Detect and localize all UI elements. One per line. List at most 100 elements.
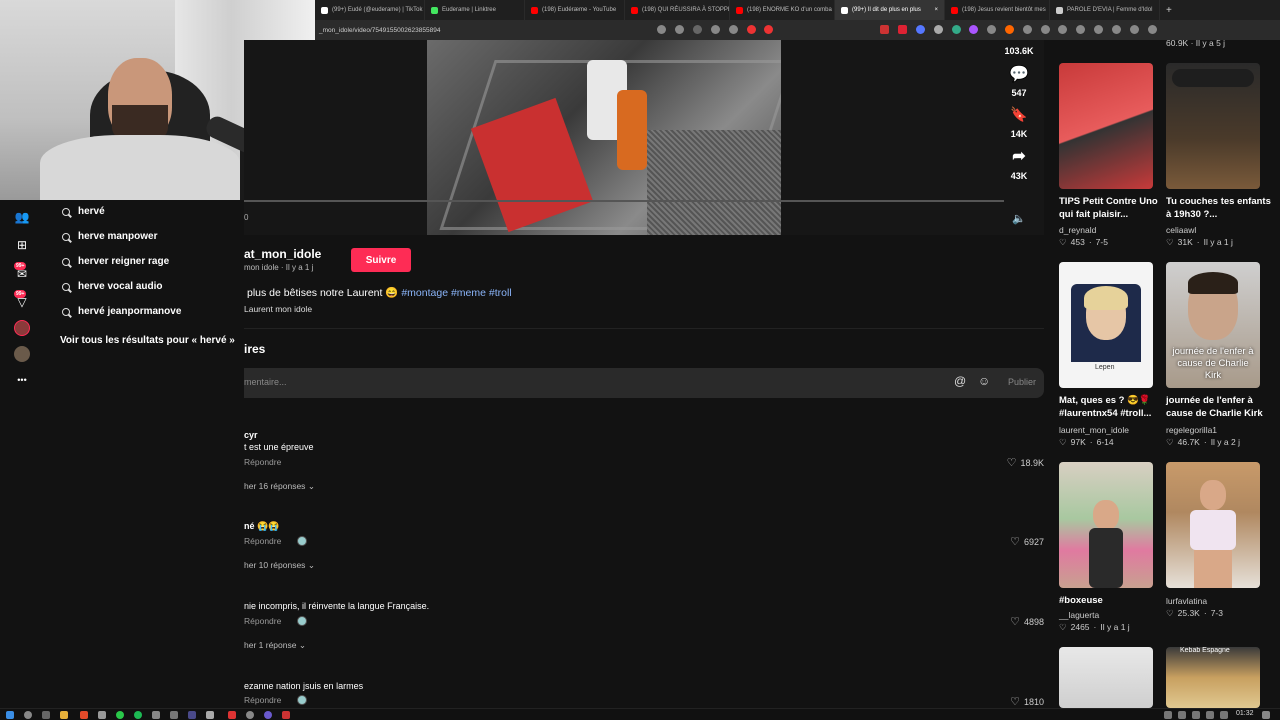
video-thumbnail[interactable]: [1059, 462, 1153, 588]
extension-icon[interactable]: [1040, 24, 1050, 34]
folder-icon[interactable]: [60, 711, 68, 719]
spotify-icon[interactable]: [134, 711, 142, 719]
extension-icon[interactable]: [657, 24, 667, 34]
browser-tab[interactable]: PAROLE D'EVIA | Femme d'Idol: [1050, 0, 1160, 20]
tray-icon[interactable]: [1164, 711, 1172, 719]
share-icon[interactable]: ➦: [1003, 146, 1035, 166]
browser-tab[interactable]: (198) QUI RÉUSSIRA À STOPPER: [625, 0, 730, 20]
view-replies-link[interactable]: her 16 réponses ⌄: [244, 481, 315, 492]
browser-tab[interactable]: Euderame | Linktree: [425, 0, 525, 20]
comment-likes[interactable]: ♡ 6927: [1010, 535, 1044, 548]
comment-user[interactable]: cyr: [244, 430, 258, 440]
app-icon[interactable]: [170, 711, 178, 719]
extension-icon[interactable]: [1005, 24, 1015, 34]
more-icon[interactable]: •••: [14, 372, 30, 388]
taskview-icon[interactable]: [42, 711, 50, 719]
reply-button[interactable]: Répondre: [244, 457, 281, 467]
see-all-results-link[interactable]: Voir tous les résultats pour « hervé »: [60, 335, 235, 346]
card-title[interactable]: journée de l'enfer à cause de Charlie Ki…: [1166, 394, 1271, 420]
app-icon[interactable]: [228, 711, 236, 719]
extension-icon[interactable]: [933, 24, 943, 34]
browser-tab[interactable]: (198) Jesus revient bientôt mes: [945, 0, 1050, 20]
author-name[interactable]: at_mon_idole: [244, 247, 321, 261]
browser-tab[interactable]: (198) ENORME KO d'un comba: [730, 0, 835, 20]
app-icon[interactable]: [282, 711, 290, 719]
video-thumbnail[interactable]: journée de l'enfer à cause de Charlie Ki…: [1166, 262, 1260, 388]
obs-icon[interactable]: [246, 711, 254, 719]
zoom-icon[interactable]: [710, 24, 720, 34]
app-icon[interactable]: [206, 711, 214, 719]
brave-icon[interactable]: [80, 711, 88, 719]
extension-icon[interactable]: [1022, 24, 1032, 34]
share-icon[interactable]: [728, 24, 738, 34]
address-bar[interactable]: _mon_idole/video/7549155002623855894: [315, 20, 1280, 40]
music-label[interactable]: Laurent mon idole: [244, 304, 312, 314]
whatsapp-icon[interactable]: [116, 711, 124, 719]
suggestion-item[interactable]: herve vocal audio: [62, 281, 162, 292]
volume-icon[interactable]: 🔈: [1012, 212, 1026, 225]
extension-icon[interactable]: [880, 24, 890, 34]
tab-close-icon[interactable]: ×: [934, 7, 938, 13]
comment-likes[interactable]: ♡ 1810: [1010, 695, 1044, 708]
card-user[interactable]: regelegorilla1: [1166, 425, 1217, 435]
publish-button[interactable]: Publier: [1008, 377, 1036, 387]
reply-button[interactable]: Répondre: [244, 616, 281, 626]
reply-button[interactable]: Répondre: [244, 536, 281, 546]
tray-icon[interactable]: [1192, 711, 1200, 719]
card-user[interactable]: celiaawl: [1166, 225, 1196, 235]
emoji-icon[interactable]: ☺: [978, 374, 990, 388]
card-user[interactable]: __laguerta: [1059, 610, 1099, 620]
comment-user[interactable]: né 😭😭: [244, 521, 279, 532]
progress-track[interactable]: [244, 200, 1004, 202]
view-replies-link[interactable]: her 1 réponse ⌄: [244, 640, 306, 651]
wifi-icon[interactable]: [1206, 711, 1214, 719]
suggestion-item[interactable]: hervé: [62, 206, 105, 217]
new-tab-button[interactable]: +: [1160, 5, 1178, 16]
reply-button[interactable]: Répondre: [244, 695, 281, 705]
card-user[interactable]: laurent_mon_idole: [1059, 425, 1129, 435]
video-thumbnail[interactable]: Kebab Espagne: [1166, 647, 1260, 708]
extension-icon[interactable]: [1058, 24, 1068, 34]
card-title[interactable]: Tu couches tes enfants à 19h30 ?...: [1166, 195, 1271, 221]
video-player[interactable]: [427, 40, 781, 235]
suggestion-item[interactable]: herver reigner rage: [62, 256, 169, 267]
extension-icon[interactable]: [675, 24, 685, 34]
extension-icon[interactable]: [1076, 24, 1086, 34]
extension-icon[interactable]: [1094, 24, 1104, 34]
video-thumbnail[interactable]: [1166, 462, 1260, 588]
following-icon[interactable]: 👥: [14, 209, 30, 225]
card-user[interactable]: lurfavlatina: [1166, 596, 1207, 606]
browser-tab[interactable]: (99+) Eudé (@euderame) | TikTok: [315, 0, 425, 20]
extension-icon[interactable]: [987, 24, 997, 34]
extension-icon[interactable]: [1147, 24, 1157, 34]
comment-input[interactable]: mentaire...: [244, 377, 287, 387]
url-text[interactable]: _mon_idole/video/7549155002623855894: [319, 27, 440, 34]
suggestion-item[interactable]: hervé jeanpormanove: [62, 306, 181, 317]
steam-icon[interactable]: [188, 711, 196, 719]
view-replies-link[interactable]: her 10 réponses ⌄: [244, 560, 315, 571]
card-title[interactable]: TIPS Petit Contre Uno qui fait plaisir..…: [1059, 195, 1164, 221]
brave-shield-icon[interactable]: [746, 24, 756, 34]
profile-avatar[interactable]: [14, 346, 30, 362]
extension-icon[interactable]: [1129, 24, 1139, 34]
extension-icon[interactable]: [951, 24, 961, 34]
extension-icon[interactable]: [693, 24, 703, 34]
tray-icon[interactable]: [1178, 711, 1186, 719]
extension-icon[interactable]: [969, 24, 979, 34]
comment-likes[interactable]: ♡ 18.9K: [1007, 456, 1044, 469]
search-icon[interactable]: [24, 711, 32, 719]
app-icon[interactable]: [98, 711, 106, 719]
alert-icon[interactable]: [764, 24, 774, 34]
extension-icon[interactable]: [898, 24, 908, 34]
volume-icon[interactable]: [1220, 711, 1228, 719]
extension-icon[interactable]: [1111, 24, 1121, 34]
card-title[interactable]: #boxeuse: [1059, 594, 1164, 607]
suggestion-item[interactable]: herve manpower: [62, 231, 157, 242]
video-thumbnail[interactable]: [1059, 647, 1153, 708]
video-thumbnail[interactable]: [1059, 63, 1153, 189]
app-icon[interactable]: [152, 711, 160, 719]
browser-tab[interactable]: (198) Eudéræme - YouTube: [525, 0, 625, 20]
discord-icon[interactable]: [264, 711, 272, 719]
mention-icon[interactable]: @: [954, 374, 966, 388]
video-thumbnail[interactable]: Lepen: [1059, 262, 1153, 388]
